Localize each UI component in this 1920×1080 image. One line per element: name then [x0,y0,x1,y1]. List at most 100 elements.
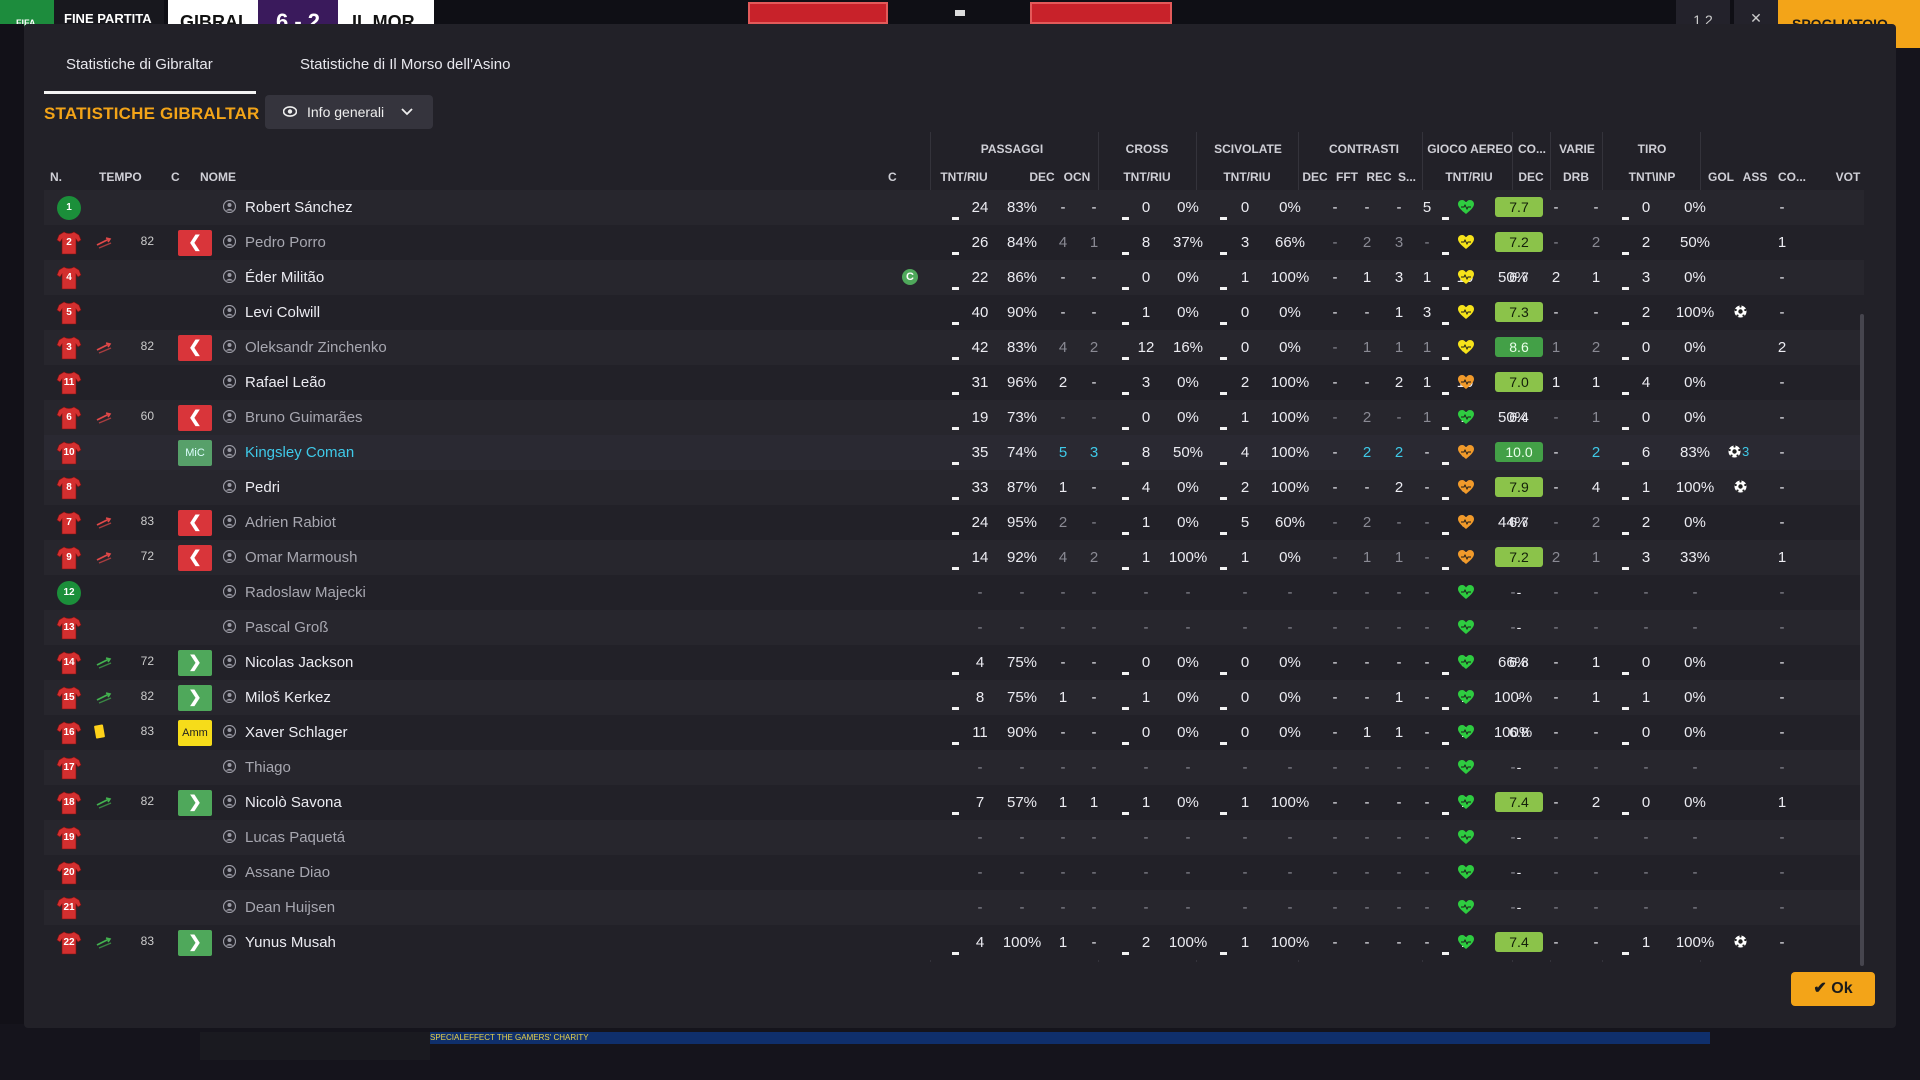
table-row[interactable]: 17Thiago-------------------- [44,750,1864,785]
player-profile-icon[interactable] [222,899,237,914]
stat-cell: - [1287,899,1293,916]
player-profile-icon[interactable] [222,654,237,669]
player-name[interactable]: Miloš Kerkez [245,689,331,706]
tab-away-stats[interactable]: Statistiche di Il Morso dell'Asino [280,54,520,94]
player-profile-icon[interactable] [222,199,237,214]
header-pass-dec[interactable]: DEC [1029,170,1055,184]
table-row[interactable]: 1582❯Miloš Kerkez875%1-10%00%--1-1100%-1… [44,680,1864,715]
player-name[interactable]: Xaver Schlager [245,724,348,741]
table-row[interactable]: 19Lucas Paquetá-------------------- [44,820,1864,855]
header-nome[interactable]: NOME [200,170,236,184]
player-name[interactable]: Pedro Porro [245,234,326,251]
player-profile-icon[interactable] [222,759,237,774]
header-vot[interactable]: VOT [1824,170,1872,184]
ok-button[interactable]: ✔ Ok [1791,972,1875,1006]
player-rating: 7.4 [1495,932,1543,952]
dropdown-label: Info generali [307,104,385,120]
chevron-down-icon[interactable]: ✕ [1734,0,1778,24]
player-profile-icon[interactable] [222,514,237,529]
table-row[interactable]: 4Éder MilitãoC2286%--00%1100%-1311050%21… [44,260,1864,295]
header-ass[interactable]: ASS [1738,170,1772,184]
table-row[interactable]: 8Pedri3387%1-40%2100%--2-520%-41100%-7.9 [44,470,1864,505]
header-pass-ocn[interactable]: OCN [1060,170,1094,184]
table-row[interactable]: 3 82 ❮ Oleksandr Zinchenko 42 83% 4 2 12 16% 0 0% -1… [44,330,1864,365]
view-dropdown[interactable]: Info generali [265,95,433,129]
header-con-rec[interactable]: REC [1364,170,1394,184]
table-row[interactable]: 1Robert Sánchez2483%--00%00%---500%--00%… [44,190,1864,225]
table-row[interactable]: 1472❯Nicolas Jackson475%--00%00%----366%… [44,645,1864,680]
player-profile-icon[interactable] [222,374,237,389]
player-name[interactable]: Lucas Paquetá [245,829,345,846]
table-row[interactable]: 1683AmmXaver Schlager1190%--00%00%-11-11… [44,715,1864,750]
header-number[interactable]: N. [50,170,62,184]
header-co-dec[interactable]: DEC [1516,170,1546,184]
table-row[interactable]: 2283❯Yunus Musah4100%1-2100%1100%----110… [44,925,1864,960]
header-cross-tnt[interactable]: TNT/RIU [1112,170,1182,184]
player-name[interactable]: Pascal Groß [245,619,328,636]
table-row[interactable]: 282❮Pedro Porro2684%41837%366%-23-40%-22… [44,225,1864,260]
player-profile-icon[interactable] [222,724,237,739]
player-name[interactable]: Levi Colwill [245,304,320,321]
player-profile-icon[interactable] [222,864,237,879]
player-profile-icon[interactable] [222,479,237,494]
header-captain[interactable]: C [888,170,897,184]
player-profile-icon[interactable] [222,549,237,564]
header-sciv-tnt[interactable]: TNT/RIU [1212,170,1282,184]
player-name[interactable]: Kingsley Coman [245,444,354,461]
table-row[interactable]: 10MiCKingsley Coman3574%53850%4100%-22-8… [44,435,1864,470]
player-profile-icon[interactable] [222,339,237,354]
table-row[interactable]: 972❮Omar Marmoush1492%421100%10%-11-520%… [44,540,1864,575]
player-name[interactable]: Dean Huijsen [245,899,335,916]
player-name[interactable]: Rafael Leão [245,374,326,391]
header-aer-tnt[interactable]: TNT/RIU [1434,170,1504,184]
player-name[interactable]: Oleksandr Zinchenko [245,339,387,356]
header-co2[interactable]: CO... [1774,170,1810,184]
player-profile-icon[interactable] [222,304,237,319]
player-name[interactable]: Radoslaw Majecki [245,584,366,601]
shirt-number: 2 [66,237,72,248]
stat-cell: 100% [1270,269,1310,286]
header-con-fft[interactable]: FFT [1332,170,1362,184]
table-row[interactable]: 12Radoslaw Majecki-------------------- [44,575,1864,610]
player-profile-icon[interactable] [222,409,237,424]
player-profile-icon[interactable] [222,269,237,284]
tab-home-stats[interactable]: Statistiche di Gibraltar [44,54,256,94]
player-profile-icon[interactable] [222,934,237,949]
table-row[interactable]: 1882❯Nicolò Savona757%1110%1100%----1100… [44,785,1864,820]
table-row[interactable]: 660❮Bruno Guimarães1973%--00%1100%-2-125… [44,400,1864,435]
player-profile-icon[interactable] [222,584,237,599]
player-profile-icon[interactable] [222,234,237,249]
table-row[interactable]: 21Dean Huijsen-------------------- [44,890,1864,925]
player-profile-icon[interactable] [222,689,237,704]
player-name[interactable]: Nicolò Savona [245,794,342,811]
header-gol[interactable]: GOL [1704,170,1738,184]
player-name[interactable]: Éder Militão [245,269,324,286]
table-row[interactable]: 20Assane Diao-------------------- [44,855,1864,890]
header-con-dec[interactable]: DEC [1300,170,1330,184]
player-profile-icon[interactable] [222,619,237,634]
table-scrollbar[interactable] [1860,314,1864,966]
player-name[interactable]: Robert Sánchez [245,199,353,216]
player-name[interactable]: Yunus Musah [245,934,336,951]
player-name[interactable]: Adrien Rabiot [245,514,336,531]
player-name[interactable]: Thiago [245,759,291,776]
player-profile-icon[interactable] [222,794,237,809]
player-name[interactable]: Omar Marmoush [245,549,358,566]
header-varie-drb[interactable]: DRB [1558,170,1594,184]
table-row[interactable]: 11Rafael Leão3196%2-30%2100%--211040%114… [44,365,1864,400]
header-con-s[interactable]: S... [1394,170,1420,184]
header-pass-tnt[interactable]: TNT/RIU [932,170,996,184]
header-c[interactable]: C [171,170,180,184]
stat-cell: - [1779,374,1785,391]
player-profile-icon[interactable] [222,444,237,459]
header-tempo[interactable]: TEMPO [99,170,142,184]
table-row[interactable]: 5Levi Colwill4090%--10%00%--134100%--210… [44,295,1864,330]
player-name[interactable]: Pedri [245,479,280,496]
player-name[interactable]: Bruno Guimarães [245,409,363,426]
header-tiro[interactable]: TNT\INP [1614,170,1690,184]
player-profile-icon[interactable] [222,829,237,844]
table-row[interactable]: 13Pascal Groß-------------------- [44,610,1864,645]
player-name[interactable]: Nicolas Jackson [245,654,353,671]
table-row[interactable]: 783❮Adrien Rabiot2495%2-10%560%-2--944%-… [44,505,1864,540]
player-name[interactable]: Assane Diao [245,864,330,881]
